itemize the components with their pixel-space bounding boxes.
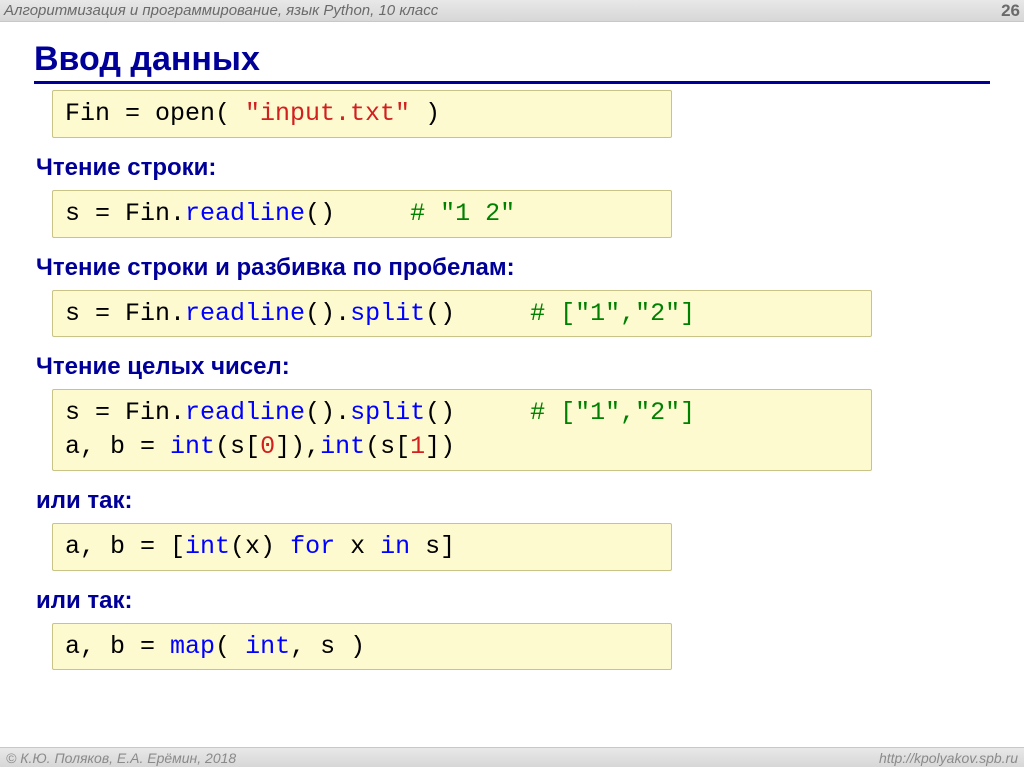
code-ints-l1p2: (). [305, 398, 350, 427]
code-listcomp-p4: s] [410, 532, 455, 561]
code-ints-l2p3: ]), [275, 432, 320, 461]
header-bar: Алгоритмизация и программирование, язык … [0, 0, 1024, 22]
code-split-m2: split [350, 299, 425, 328]
code-open-s1: "input.txt" [245, 99, 410, 128]
code-open: Fin = open( "input.txt" ) [52, 90, 672, 138]
code-open-p1: Fin = open( [65, 99, 245, 128]
code-readline-c1: # "1 2" [410, 199, 515, 228]
footer-url: http://kpolyakov.spb.ru [879, 750, 1018, 766]
code-map-p2: ( [215, 632, 245, 661]
code-split-p2: (). [305, 299, 350, 328]
code-split-m1: readline [185, 299, 305, 328]
code-split-p1: s = Fin. [65, 299, 185, 328]
page-number: 26 [1001, 1, 1020, 21]
course-title: Алгоритмизация и программирование, язык … [4, 2, 438, 19]
code-listcomp: a, b = [int(x) for x in s] [52, 523, 672, 571]
code-map-m1: map [170, 632, 215, 661]
code-ints-l2m2: int [320, 432, 365, 461]
page-title: Ввод данных [34, 40, 990, 84]
code-split-p3: () [425, 299, 530, 328]
code-readline-p2: () [305, 199, 410, 228]
label-or1: или так: [36, 487, 990, 515]
label-or2: или так: [36, 587, 990, 615]
code-ints: s = Fin.readline().split() # ["1","2"] a… [52, 389, 872, 471]
code-ints-l1p3: () [425, 398, 530, 427]
code-map-p1: a, b = [65, 632, 170, 661]
code-map-p3: , s ) [290, 632, 365, 661]
code-ints-l1c1: # ["1","2"] [530, 398, 695, 427]
footer-bar: © К.Ю. Поляков, Е.А. Ерёмин, 2018 http:/… [0, 747, 1024, 767]
code-ints-l2p2: (s[ [215, 432, 260, 461]
copyright: © К.Ю. Поляков, Е.А. Ерёмин, 2018 [6, 750, 236, 766]
code-readline-p1: s = Fin. [65, 199, 185, 228]
code-ints-l1p1: s = Fin. [65, 398, 185, 427]
slide-content: Ввод данных Fin = open( "input.txt" ) Чт… [0, 22, 1024, 676]
code-ints-l2p1: a, b = [65, 432, 170, 461]
code-listcomp-m1: int [185, 532, 230, 561]
code-ints-l2n2: 1 [410, 432, 425, 461]
code-listcomp-k2: in [380, 532, 410, 561]
code-ints-l2m1: int [170, 432, 215, 461]
code-map: a, b = map( int, s ) [52, 623, 672, 671]
code-readline-m1: readline [185, 199, 305, 228]
code-listcomp-k1: for [290, 532, 335, 561]
code-listcomp-p3: x [335, 532, 380, 561]
label-readline: Чтение строки: [36, 154, 990, 182]
code-map-m2: int [245, 632, 290, 661]
label-ints: Чтение целых чисел: [36, 353, 990, 381]
code-ints-l2n1: 0 [260, 432, 275, 461]
code-open-p2: ) [410, 99, 440, 128]
code-ints-l2p4: (s[ [365, 432, 410, 461]
code-ints-l1m2: split [350, 398, 425, 427]
code-ints-l1m1: readline [185, 398, 305, 427]
code-split-c1: # ["1","2"] [530, 299, 695, 328]
code-listcomp-p1: a, b = [ [65, 532, 185, 561]
code-readline: s = Fin.readline() # "1 2" [52, 190, 672, 238]
code-ints-l2p5: ]) [425, 432, 455, 461]
label-split: Чтение строки и разбивка по пробелам: [36, 254, 990, 282]
code-split: s = Fin.readline().split() # ["1","2"] [52, 290, 872, 338]
code-listcomp-p2: (x) [230, 532, 290, 561]
